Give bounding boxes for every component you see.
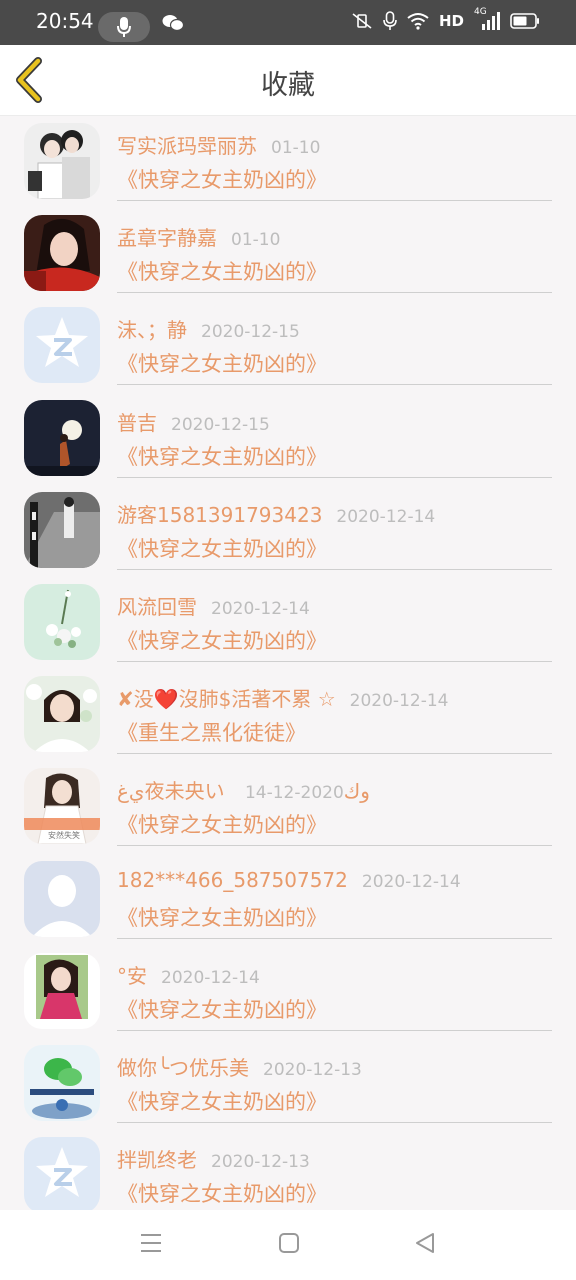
book-title[interactable]: 《快穿之女主奶凶的》 — [117, 1178, 327, 1208]
book-title[interactable]: 《快穿之女主奶凶的》 — [117, 902, 327, 932]
user-name: 182***466_587507572 — [117, 867, 348, 892]
item-info: 孟章字静嘉 01-10 《快穿之女主奶凶的》 — [117, 208, 552, 294]
user-name: ✘没❤️沒肺$活著不累 ☆ — [117, 687, 336, 712]
item-info: 风流回雪 2020-12-14 《快穿之女主奶凶的》 — [117, 577, 552, 662]
item-date: 2020-12-14 — [244, 783, 344, 804]
page-title: 收藏 — [261, 70, 315, 101]
avatar[interactable] — [24, 1044, 100, 1121]
item-info: °安 2020-12-14 《快穿之女主奶凶的》 — [117, 946, 552, 1031]
avatar[interactable] — [24, 1137, 100, 1210]
list-item[interactable]: 写实派玛斝丽苏 01-10 《快穿之女主奶凶的》 — [0, 116, 576, 208]
cellular-signal-icon: 4G — [474, 7, 500, 31]
user-name: 孟章字静嘉 — [117, 226, 217, 251]
book-title[interactable]: 《重生之黑化徒徒》 — [117, 717, 306, 747]
wechat-default-avatar-icon — [24, 1044, 100, 1121]
qq-default-avatar-icon — [24, 307, 100, 384]
item-info: 游客1581391793423 2020-12-14 《快穿之女主奶凶的》 — [117, 485, 552, 570]
mic-indicator — [98, 12, 150, 42]
item-date: 2020-12-13 — [211, 1152, 310, 1173]
user-name: 写实派玛斝丽苏 — [117, 134, 257, 158]
item-info: 普吉 2020-12-15 《快穿之女主奶凶的》 — [117, 393, 552, 478]
item-info: 沫、；静 2020-12-15 《快穿之女主奶凶的》 — [117, 300, 552, 386]
battery-icon — [510, 13, 539, 29]
list-item[interactable]: 拌凯终老 2020-12-13 《快穿之女主奶凶的》 — [0, 1130, 576, 1210]
list-item[interactable]: 孟章字静嘉 01-10 《快穿之女主奶凶的》 — [0, 208, 576, 300]
list-item[interactable]: 风流回雪 2020-12-14 《快穿之女主奶凶的》 — [0, 577, 576, 669]
item-info: 182***466_587507572 2020-12-14 《快穿之女主奶凶的》 — [117, 854, 552, 939]
item-date: 2020-12-13 — [263, 1059, 362, 1080]
system-nav-bar — [0, 1210, 576, 1280]
book-title[interactable]: 《快穿之女主奶凶的》 — [117, 625, 327, 655]
list-item[interactable]: 安然失笑 يﻍ夜未央い ﻭﻙ2020-12-14 《快穿之女主奶凶的》 — [0, 761, 576, 853]
home-square-icon[interactable] — [278, 1232, 300, 1254]
book-title[interactable]: 《快穿之女主奶凶的》 — [117, 348, 327, 378]
item-info: ✘没❤️沒肺$活著不累 ☆ 2020-12-14 《重生之黑化徒徒》 — [117, 669, 552, 755]
user-name: 做你╰つ优乐美 — [117, 1055, 250, 1080]
book-title[interactable]: 《快穿之女主奶凶的》 — [117, 994, 327, 1024]
item-date: 2020-12-14 — [336, 506, 436, 527]
item-date: 2020-12-14 — [161, 967, 260, 988]
list-item[interactable]: 游客1581391793423 2020-12-14 《快穿之女主奶凶的》 — [0, 485, 576, 577]
item-info: 写实派玛斝丽苏 01-10 《快穿之女主奶凶的》 — [117, 116, 552, 201]
wifi-icon — [407, 13, 429, 30]
user-name: 普吉 — [117, 410, 157, 435]
item-info: 做你╰つ优乐美 2020-12-13 《快穿之女主奶凶的》 — [117, 1038, 552, 1123]
item-date: 2020-12-14 — [361, 871, 461, 892]
book-title[interactable]: 《快穿之女主奶凶的》 — [117, 1086, 327, 1116]
item-date: 2020-12-15 — [171, 414, 270, 435]
app-header: 收藏 — [0, 45, 576, 116]
user-name: 拌凯终老 — [117, 1148, 197, 1173]
favorites-list: 写实派玛斝丽苏 01-10 《快穿之女主奶凶的》 孟章字静嘉 01-10 《快穿之女… — [0, 116, 576, 1210]
list-item[interactable]: °安 2020-12-14 《快穿之女主奶凶的》 — [0, 946, 576, 1038]
book-title[interactable]: 《快穿之女主奶凶的》 — [117, 809, 327, 839]
wechat-icon — [162, 14, 185, 36]
avatar[interactable] — [24, 307, 100, 384]
user-name: 游客1581391793423 — [117, 502, 323, 527]
avatar[interactable] — [24, 491, 100, 568]
user-name: 风流回雪 — [117, 594, 197, 619]
item-date: 2020-12-15 — [201, 322, 300, 343]
back-triangle-icon[interactable] — [414, 1232, 436, 1254]
list-item[interactable]: 沫、；静 2020-12-15 《快穿之女主奶凶的》 — [0, 300, 576, 392]
book-title[interactable]: 《快穿之女主奶凶的》 — [117, 441, 327, 471]
list-item[interactable]: 普吉 2020-12-15 《快穿之女主奶凶的》 — [0, 393, 576, 485]
microphone-icon — [117, 17, 131, 37]
avatar[interactable] — [24, 215, 100, 292]
item-info: يﻍ夜未央い ﻭﻙ2020-12-14 《快穿之女主奶凶的》 — [117, 761, 552, 847]
default-person-icon — [24, 860, 100, 937]
avatar-banner-text: 安然失笑 — [48, 830, 80, 840]
item-date: 2020-12-14 — [349, 691, 449, 712]
item-date: 2020-12-14 — [211, 598, 310, 619]
avatar[interactable]: 安然失笑 — [24, 768, 100, 845]
status-bar: 20:54 HD 4G — [0, 0, 576, 45]
vibrate-mute-icon — [352, 13, 372, 29]
user-name: 沫、；静 — [117, 318, 187, 343]
avatar[interactable] — [24, 123, 100, 199]
qq-default-avatar-icon — [24, 1137, 100, 1210]
status-icons: HD 4G — [351, 7, 540, 31]
item-date: 01-10 — [231, 230, 281, 251]
avatar[interactable] — [24, 860, 100, 937]
list-item[interactable]: 182***466_587507572 2020-12-14 《快穿之女主奶凶的》 — [0, 854, 576, 946]
avatar[interactable] — [24, 676, 100, 753]
microphone-icon — [383, 11, 397, 30]
item-date: 01-10 — [271, 138, 321, 158]
book-title[interactable]: 《快穿之女主奶凶的》 — [117, 256, 327, 286]
book-title[interactable]: 《快穿之女主奶凶的》 — [117, 164, 327, 194]
status-time: 20:54 — [36, 9, 94, 33]
menu-icon[interactable] — [140, 1232, 162, 1254]
avatar[interactable] — [24, 952, 100, 1029]
avatar[interactable] — [24, 399, 100, 476]
network-label: HD — [438, 12, 464, 30]
list-item[interactable]: ✘没❤️沒肺$活著不累 ☆ 2020-12-14 《重生之黑化徒徒》 — [0, 669, 576, 761]
user-name: °安 — [117, 963, 147, 988]
list-item[interactable]: 做你╰つ优乐美 2020-12-13 《快穿之女主奶凶的》 — [0, 1038, 576, 1130]
item-info: 拌凯终老 2020-12-13 《快穿之女主奶凶的》 — [117, 1130, 552, 1210]
book-title[interactable]: 《快穿之女主奶凶的》 — [117, 533, 327, 563]
avatar[interactable] — [24, 583, 100, 660]
